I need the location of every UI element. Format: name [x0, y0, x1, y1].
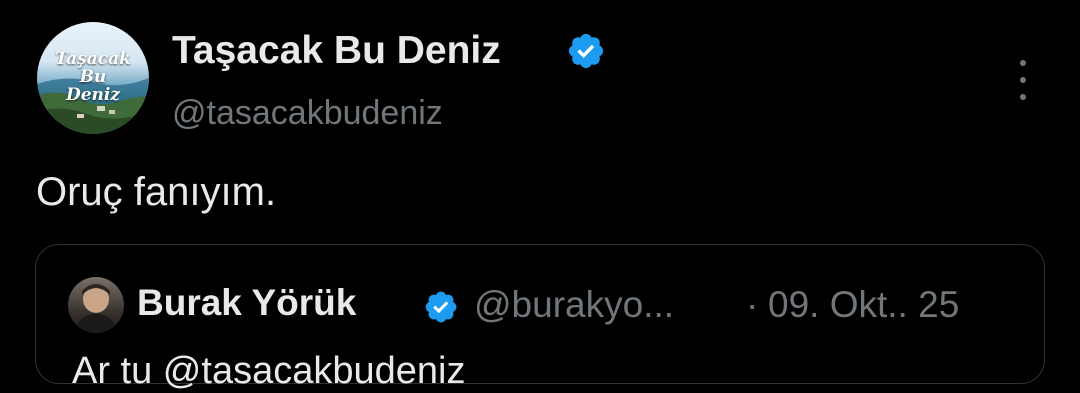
more-vertical-icon[interactable] [1012, 60, 1034, 100]
tweet-text: Oruç fanıyım. [36, 170, 277, 214]
quoted-author-avatar[interactable] [68, 277, 124, 333]
more-dot [1020, 60, 1026, 66]
quoted-handle: @burakyo... [474, 284, 675, 325]
more-dot [1020, 77, 1026, 83]
avatar-logo-text: Taşacak Bu Deniz [55, 49, 131, 105]
quoted-timestamp[interactable]: 09. Okt.. 25 [768, 283, 959, 327]
verified-badge-icon[interactable] [566, 31, 606, 71]
quoted-display-name: Burak Yörük [137, 282, 357, 323]
more-dot [1020, 94, 1026, 100]
verified-badge-icon [425, 291, 457, 323]
avatar-person-image [74, 284, 118, 333]
quoted-tweet-card[interactable]: Burak Yörük @burakyo... · 09. Okt.. 25 A… [35, 244, 1045, 392]
author-handle[interactable]: @tasacakbudeniz [172, 92, 443, 134]
author-avatar[interactable]: Taşacak Bu Deniz [37, 22, 149, 134]
quoted-tweet-text: Ar tu @tasacakbudeniz [72, 350, 466, 392]
dot-separator: · [746, 284, 759, 325]
author-display-name[interactable]: Taşacak Bu Deniz [172, 28, 501, 74]
